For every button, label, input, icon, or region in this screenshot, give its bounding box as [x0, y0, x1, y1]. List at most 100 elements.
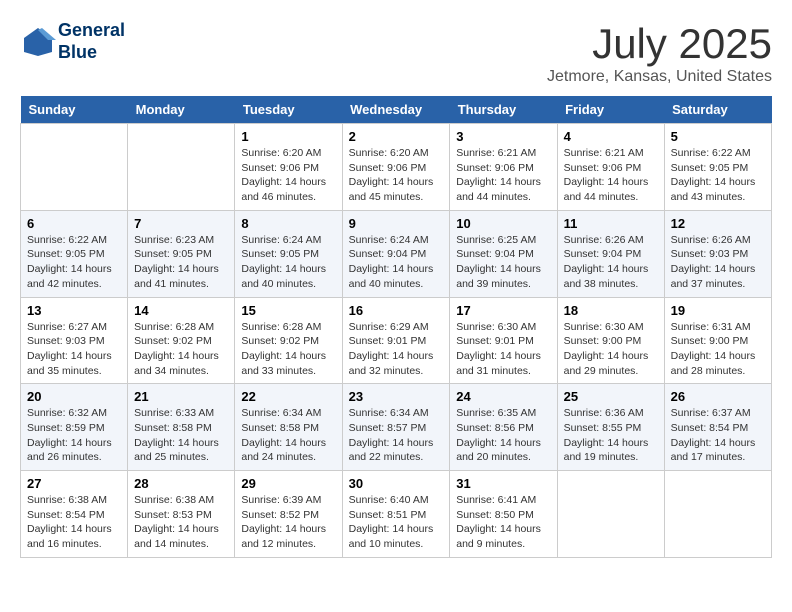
calendar-cell: 19 Sunrise: 6:31 AM Sunset: 9:00 PM Dayli… — [664, 297, 771, 384]
calendar-week-row: 27 Sunrise: 6:38 AM Sunset: 8:54 PM Dayli… — [21, 471, 772, 558]
title-block: July 2025 Jetmore, Kansas, United States — [547, 20, 772, 86]
day-info: Sunrise: 6:34 AM Sunset: 8:57 PM Dayligh… — [349, 406, 444, 465]
calendar-cell: 20 Sunrise: 6:32 AM Sunset: 8:59 PM Dayli… — [21, 384, 128, 471]
day-info: Sunrise: 6:39 AM Sunset: 8:52 PM Dayligh… — [241, 493, 335, 552]
day-number: 20 — [27, 389, 121, 404]
day-info: Sunrise: 6:32 AM Sunset: 8:59 PM Dayligh… — [27, 406, 121, 465]
day-info: Sunrise: 6:23 AM Sunset: 9:05 PM Dayligh… — [134, 233, 228, 292]
calendar-cell: 21Sunrise: 6:33 AM Sunset: 8:58 PM Dayli… — [128, 384, 235, 471]
day-number: 7 — [134, 216, 228, 231]
day-number: 28 — [134, 476, 228, 491]
calendar-cell: 25 Sunrise: 6:36 AM Sunset: 8:55 PM Dayli… — [557, 384, 664, 471]
day-number: 23 — [349, 389, 444, 404]
day-number: 26 — [671, 389, 765, 404]
day-number: 8 — [241, 216, 335, 231]
calendar-cell: 24 Sunrise: 6:35 AM Sunset: 8:56 PM Dayli… — [450, 384, 557, 471]
calendar-header-row: SundayMondayTuesdayWednesdayThursdayFrid… — [21, 96, 772, 124]
day-number: 12 — [671, 216, 765, 231]
day-number: 31 — [456, 476, 550, 491]
calendar-cell: 22 Sunrise: 6:34 AM Sunset: 8:58 PM Dayli… — [235, 384, 342, 471]
day-info: Sunrise: 6:26 AM Sunset: 9:03 PM Dayligh… — [671, 233, 765, 292]
day-info: Sunrise: 6:30 AM Sunset: 9:01 PM Dayligh… — [456, 320, 550, 379]
calendar-cell: 8Sunrise: 6:24 AM Sunset: 9:05 PM Daylig… — [235, 210, 342, 297]
day-number: 17 — [456, 303, 550, 318]
calendar-cell: 12 Sunrise: 6:26 AM Sunset: 9:03 PM Dayli… — [664, 210, 771, 297]
weekday-header: Sunday — [21, 96, 128, 124]
day-info: Sunrise: 6:41 AM Sunset: 8:50 PM Dayligh… — [456, 493, 550, 552]
day-number: 6 — [27, 216, 121, 231]
day-info: Sunrise: 6:38 AM Sunset: 8:53 PM Dayligh… — [134, 493, 228, 552]
day-info: Sunrise: 6:20 AM Sunset: 9:06 PM Dayligh… — [241, 146, 335, 205]
calendar-cell — [664, 471, 771, 558]
day-info: Sunrise: 6:22 AM Sunset: 9:05 PM Dayligh… — [27, 233, 121, 292]
calendar-cell: 17 Sunrise: 6:30 AM Sunset: 9:01 PM Dayli… — [450, 297, 557, 384]
day-number: 14 — [134, 303, 228, 318]
calendar-cell: 5 Sunrise: 6:22 AM Sunset: 9:05 PM Daylig… — [664, 124, 771, 211]
calendar-cell: 18Sunrise: 6:30 AM Sunset: 9:00 PM Dayli… — [557, 297, 664, 384]
day-info: Sunrise: 6:20 AM Sunset: 9:06 PM Dayligh… — [349, 146, 444, 205]
day-number: 19 — [671, 303, 765, 318]
month-title: July 2025 — [547, 20, 772, 68]
calendar-cell: 16 Sunrise: 6:29 AM Sunset: 9:01 PM Dayli… — [342, 297, 450, 384]
day-number: 2 — [349, 129, 444, 144]
day-info: Sunrise: 6:37 AM Sunset: 8:54 PM Dayligh… — [671, 406, 765, 465]
day-number: 18 — [564, 303, 658, 318]
day-number: 15 — [241, 303, 335, 318]
calendar-cell: 23 Sunrise: 6:34 AM Sunset: 8:57 PM Dayli… — [342, 384, 450, 471]
day-number: 11 — [564, 216, 658, 231]
logo-icon — [20, 24, 56, 60]
day-number: 24 — [456, 389, 550, 404]
calendar-cell: 7 Sunrise: 6:23 AM Sunset: 9:05 PM Daylig… — [128, 210, 235, 297]
calendar-cell: 28 Sunrise: 6:38 AM Sunset: 8:53 PM Dayli… — [128, 471, 235, 558]
calendar-week-row: 20 Sunrise: 6:32 AM Sunset: 8:59 PM Dayli… — [21, 384, 772, 471]
calendar-cell: 9Sunrise: 6:24 AM Sunset: 9:04 PM Daylig… — [342, 210, 450, 297]
calendar-cell: 31 Sunrise: 6:41 AM Sunset: 8:50 PM Dayli… — [450, 471, 557, 558]
day-number: 25 — [564, 389, 658, 404]
day-info: Sunrise: 6:22 AM Sunset: 9:05 PM Dayligh… — [671, 146, 765, 205]
weekday-header: Thursday — [450, 96, 557, 124]
calendar-cell: 14Sunrise: 6:28 AM Sunset: 9:02 PM Dayli… — [128, 297, 235, 384]
day-info: Sunrise: 6:21 AM Sunset: 9:06 PM Dayligh… — [564, 146, 658, 205]
calendar-body: 1 Sunrise: 6:20 AM Sunset: 9:06 PM Daylig… — [21, 124, 772, 558]
weekday-header: Saturday — [664, 96, 771, 124]
calendar-cell: 30 Sunrise: 6:40 AM Sunset: 8:51 PM Dayli… — [342, 471, 450, 558]
calendar-cell: 15 Sunrise: 6:28 AM Sunset: 9:02 PM Dayli… — [235, 297, 342, 384]
day-number: 5 — [671, 129, 765, 144]
weekday-header: Monday — [128, 96, 235, 124]
weekday-header: Wednesday — [342, 96, 450, 124]
day-number: 10 — [456, 216, 550, 231]
day-info: Sunrise: 6:40 AM Sunset: 8:51 PM Dayligh… — [349, 493, 444, 552]
day-info: Sunrise: 6:34 AM Sunset: 8:58 PM Dayligh… — [241, 406, 335, 465]
calendar-cell: 26 Sunrise: 6:37 AM Sunset: 8:54 PM Dayli… — [664, 384, 771, 471]
calendar-week-row: 13 Sunrise: 6:27 AM Sunset: 9:03 PM Dayli… — [21, 297, 772, 384]
day-info: Sunrise: 6:38 AM Sunset: 8:54 PM Dayligh… — [27, 493, 121, 552]
day-info: Sunrise: 6:29 AM Sunset: 9:01 PM Dayligh… — [349, 320, 444, 379]
calendar-cell: 29 Sunrise: 6:39 AM Sunset: 8:52 PM Dayli… — [235, 471, 342, 558]
day-number: 30 — [349, 476, 444, 491]
day-number: 29 — [241, 476, 335, 491]
day-info: Sunrise: 6:25 AM Sunset: 9:04 PM Dayligh… — [456, 233, 550, 292]
weekday-header: Friday — [557, 96, 664, 124]
day-number: 27 — [27, 476, 121, 491]
day-info: Sunrise: 6:31 AM Sunset: 9:00 PM Dayligh… — [671, 320, 765, 379]
calendar-cell: 1 Sunrise: 6:20 AM Sunset: 9:06 PM Daylig… — [235, 124, 342, 211]
day-info: Sunrise: 6:26 AM Sunset: 9:04 PM Dayligh… — [564, 233, 658, 292]
calendar-table: SundayMondayTuesdayWednesdayThursdayFrid… — [20, 96, 772, 558]
calendar-cell — [557, 471, 664, 558]
logo-text: General Blue — [58, 20, 125, 63]
day-number: 1 — [241, 129, 335, 144]
day-number: 3 — [456, 129, 550, 144]
day-info: Sunrise: 6:35 AM Sunset: 8:56 PM Dayligh… — [456, 406, 550, 465]
day-info: Sunrise: 6:21 AM Sunset: 9:06 PM Dayligh… — [456, 146, 550, 205]
day-number: 16 — [349, 303, 444, 318]
calendar-week-row: 6 Sunrise: 6:22 AM Sunset: 9:05 PM Daylig… — [21, 210, 772, 297]
day-number: 9 — [349, 216, 444, 231]
day-number: 22 — [241, 389, 335, 404]
day-info: Sunrise: 6:27 AM Sunset: 9:03 PM Dayligh… — [27, 320, 121, 379]
weekday-header: Tuesday — [235, 96, 342, 124]
day-number: 13 — [27, 303, 121, 318]
calendar-cell: 3 Sunrise: 6:21 AM Sunset: 9:06 PM Daylig… — [450, 124, 557, 211]
day-info: Sunrise: 6:36 AM Sunset: 8:55 PM Dayligh… — [564, 406, 658, 465]
day-info: Sunrise: 6:28 AM Sunset: 9:02 PM Dayligh… — [241, 320, 335, 379]
calendar-cell: 6 Sunrise: 6:22 AM Sunset: 9:05 PM Daylig… — [21, 210, 128, 297]
